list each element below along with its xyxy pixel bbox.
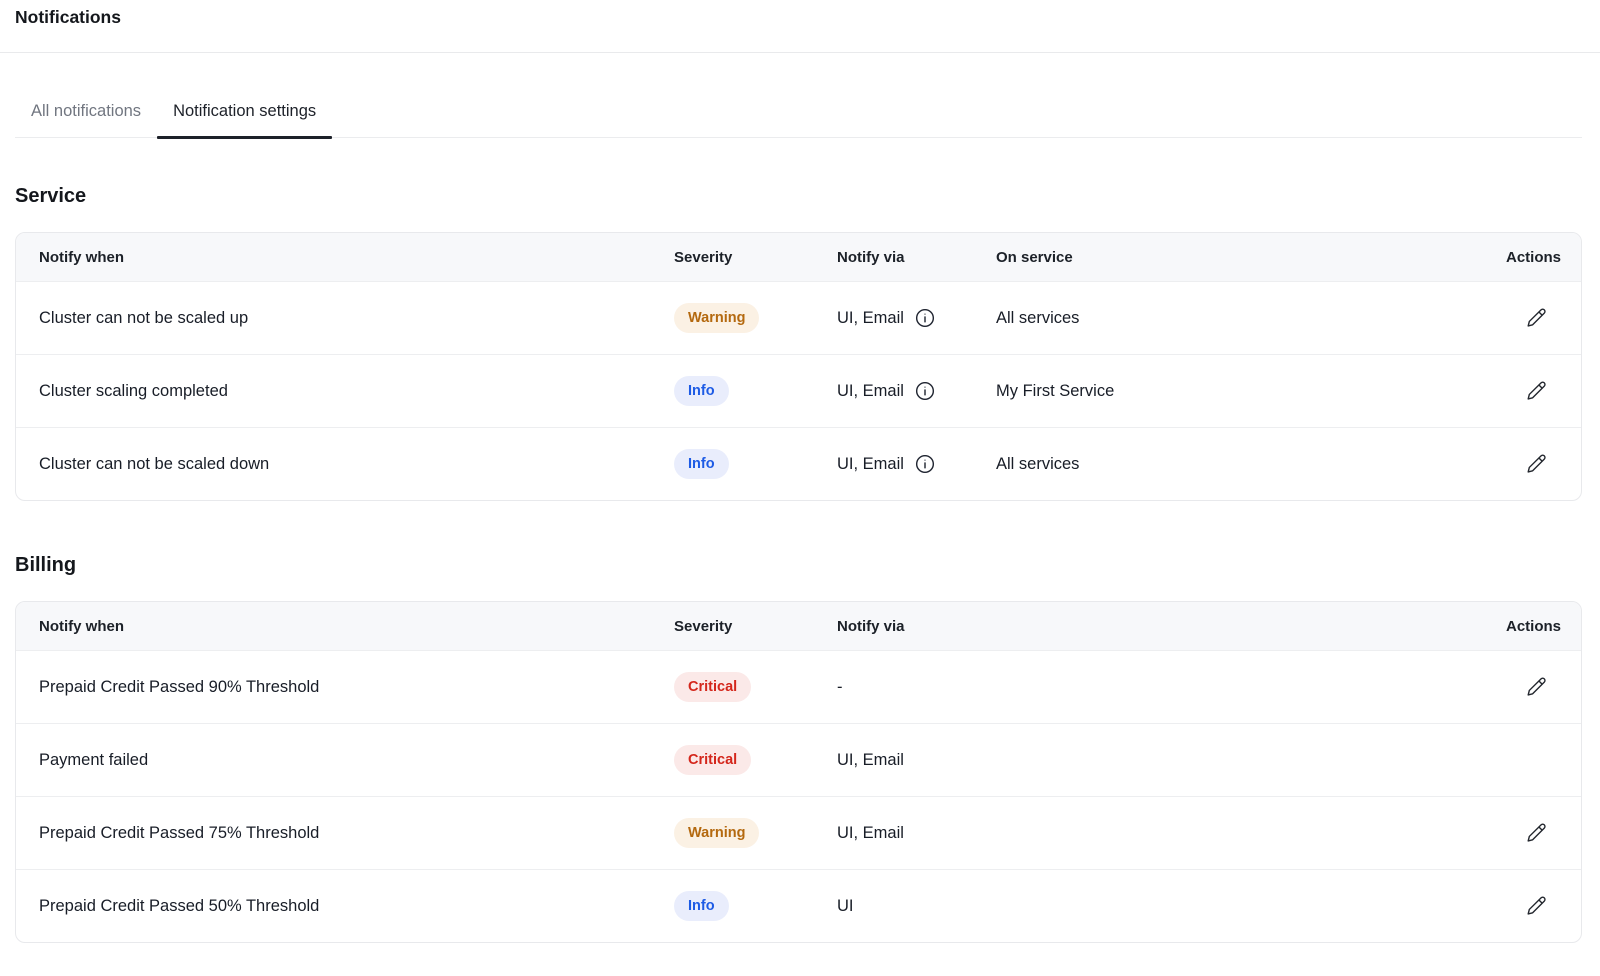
notify-when-cell: Cluster can not be scaled down <box>16 455 674 474</box>
edit-button[interactable] <box>1522 672 1551 701</box>
actions-cell <box>1441 891 1581 921</box>
table-row: Cluster can not be scaled up Warning UI,… <box>16 281 1581 354</box>
service-table: Notify when Severity Notify via On servi… <box>15 232 1582 501</box>
table-row: Cluster can not be scaled down Info UI, … <box>16 427 1581 500</box>
table-row: Prepaid Credit Passed 90% Threshold Crit… <box>16 650 1581 723</box>
severity-cell: Info <box>674 376 837 406</box>
on-service-cell: All services <box>996 455 1441 474</box>
notify-via-cell: UI, Email <box>837 381 996 401</box>
table-row: Payment failed Critical UI, Email <box>16 723 1581 796</box>
notify-via-cell: UI <box>837 897 1441 916</box>
pencil-icon <box>1526 380 1547 401</box>
column-header-notify-when: Notify when <box>16 618 674 635</box>
info-circle-icon[interactable] <box>915 381 935 401</box>
notify-when-cell: Prepaid Credit Passed 75% Threshold <box>16 824 674 843</box>
column-header-notify-via: Notify via <box>837 618 1441 635</box>
service-table-header-row: Notify when Severity Notify via On servi… <box>16 233 1581 281</box>
page-header: Notifications <box>0 0 1600 53</box>
actions-cell <box>1441 449 1581 479</box>
billing-section: Billing Notify when Severity Notify via … <box>15 553 1582 943</box>
severity-cell: Critical <box>674 672 837 702</box>
severity-badge: Critical <box>674 745 751 775</box>
severity-badge: Info <box>674 891 729 921</box>
edit-button[interactable] <box>1522 303 1551 332</box>
severity-cell: Info <box>674 891 837 921</box>
edit-button[interactable] <box>1522 376 1551 405</box>
tab-all-notifications[interactable]: All notifications <box>15 101 157 137</box>
table-row: Prepaid Credit Passed 50% Threshold Info… <box>16 869 1581 942</box>
billing-table: Notify when Severity Notify via Actions … <box>15 601 1582 943</box>
info-circle-icon[interactable] <box>915 308 935 328</box>
severity-cell: Critical <box>674 745 837 775</box>
notify-when-cell: Cluster can not be scaled up <box>16 309 674 328</box>
on-service-cell: My First Service <box>996 382 1441 401</box>
notify-via-text: UI, Email <box>837 309 904 328</box>
section-heading-billing: Billing <box>15 553 1582 577</box>
severity-badge: Info <box>674 376 729 406</box>
table-row: Cluster scaling completed Info UI, Email… <box>16 354 1581 427</box>
on-service-cell: All services <box>996 309 1441 328</box>
actions-cell <box>1441 745 1581 775</box>
severity-badge: Info <box>674 449 729 479</box>
section-heading-service: Service <box>15 184 1582 208</box>
notify-via-cell: UI, Email <box>837 308 996 328</box>
edit-button[interactable] <box>1522 891 1551 920</box>
notify-when-cell: Cluster scaling completed <box>16 382 674 401</box>
pencil-icon <box>1526 307 1547 328</box>
page-title: Notifications <box>15 7 1600 28</box>
severity-badge: Critical <box>674 672 751 702</box>
actions-cell <box>1441 303 1581 333</box>
severity-cell: Warning <box>674 303 837 333</box>
notify-when-cell: Prepaid Credit Passed 90% Threshold <box>16 678 674 697</box>
severity-cell: Warning <box>674 818 837 848</box>
notify-via-text: UI, Email <box>837 455 904 474</box>
table-row: Prepaid Credit Passed 75% Threshold Warn… <box>16 796 1581 869</box>
column-header-severity: Severity <box>674 249 837 266</box>
edit-button[interactable] <box>1522 449 1551 478</box>
notify-when-cell: Payment failed <box>16 751 674 770</box>
pencil-icon <box>1526 895 1547 916</box>
column-header-on-service: On service <box>996 249 1441 266</box>
pencil-icon <box>1526 822 1547 843</box>
column-header-severity: Severity <box>674 618 837 635</box>
notify-via-text: UI, Email <box>837 382 904 401</box>
billing-table-header-row: Notify when Severity Notify via Actions <box>16 602 1581 650</box>
column-header-actions: Actions <box>1441 618 1581 635</box>
notify-via-cell: UI, Email <box>837 824 1441 843</box>
notify-via-cell: UI, Email <box>837 454 996 474</box>
notify-when-cell: Prepaid Credit Passed 50% Threshold <box>16 897 674 916</box>
severity-badge: Warning <box>674 303 759 333</box>
actions-cell <box>1441 818 1581 848</box>
column-header-notify-when: Notify when <box>16 249 674 266</box>
main-content: Service Notify when Severity Notify via … <box>15 184 1582 943</box>
actions-cell <box>1441 672 1581 702</box>
severity-badge: Warning <box>674 818 759 848</box>
column-header-actions: Actions <box>1441 249 1581 266</box>
notify-via-cell: UI, Email <box>837 751 1441 770</box>
tab-bar: All notifications Notification settings <box>15 101 1582 138</box>
severity-cell: Info <box>674 449 837 479</box>
edit-button[interactable] <box>1522 818 1551 847</box>
column-header-notify-via: Notify via <box>837 249 996 266</box>
actions-cell <box>1441 376 1581 406</box>
service-section: Service Notify when Severity Notify via … <box>15 184 1582 501</box>
pencil-icon <box>1526 676 1547 697</box>
notify-via-cell: - <box>837 678 1441 697</box>
pencil-icon <box>1526 453 1547 474</box>
tab-notification-settings[interactable]: Notification settings <box>157 101 332 137</box>
info-circle-icon[interactable] <box>915 454 935 474</box>
